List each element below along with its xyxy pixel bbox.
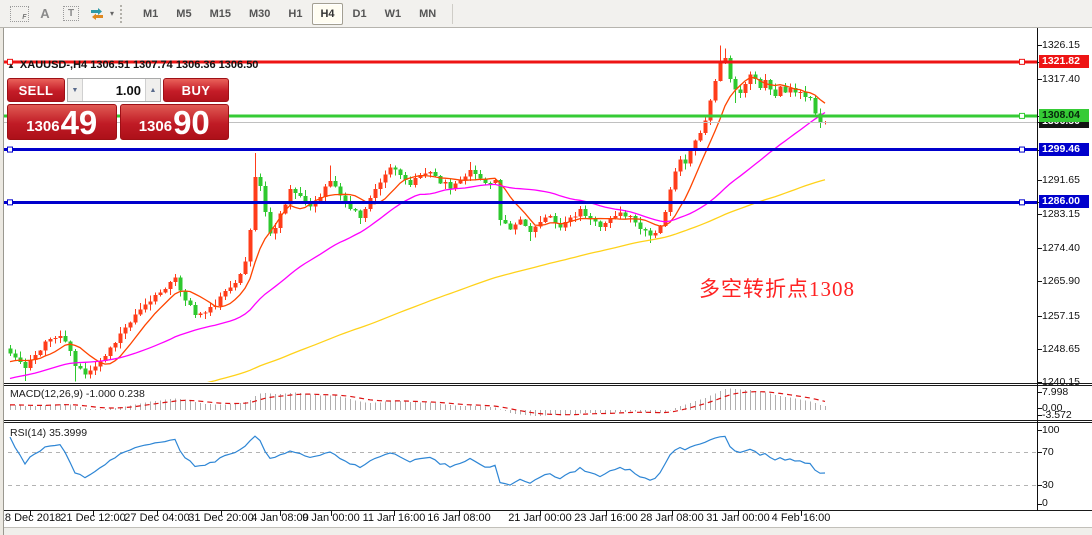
timeframe-button-M15[interactable]: M15 xyxy=(202,3,239,25)
hline-handle[interactable] xyxy=(1020,200,1025,205)
price-tick-label: 1265.90 xyxy=(1042,275,1080,287)
rsi-label: RSI(14) 35.3999 xyxy=(10,427,87,439)
price-badge-1299.46: 1299.46 xyxy=(1039,143,1089,156)
price-badge-1321.82: 1321.82 xyxy=(1039,55,1089,68)
timeframe-button-D1[interactable]: D1 xyxy=(345,3,375,25)
timeframe-button-W1[interactable]: W1 xyxy=(377,3,410,25)
price-tick-label: 1248.65 xyxy=(1042,343,1080,355)
timeframe-button-M30[interactable]: M30 xyxy=(241,3,278,25)
rsi-axis-label: 30 xyxy=(1042,479,1054,491)
symbol-ohlc-text: XAUUSD-,H4 1306.51 1307.74 1306.36 1306.… xyxy=(20,59,259,71)
sell-price-main: 1306 xyxy=(26,119,59,134)
price-tick-label: 1291.65 xyxy=(1042,174,1080,186)
chart-text-annotation: 多空转折点1308 xyxy=(699,273,855,303)
collapse-triangle-icon[interactable]: ▲ xyxy=(7,61,15,70)
text-label-icon[interactable]: A xyxy=(32,3,58,25)
buy-price-display[interactable]: 1306 90 xyxy=(120,104,230,140)
sell-button[interactable]: SELL xyxy=(7,78,65,102)
price-tick-label: 1257.15 xyxy=(1042,310,1080,322)
selection-grid-f-icon[interactable]: F xyxy=(6,3,32,25)
volume-input[interactable] xyxy=(83,79,145,101)
down-arrow-icon: ▼ xyxy=(72,87,79,94)
price-tick-label: 1326.15 xyxy=(1042,39,1080,51)
sell-price-display[interactable]: 1306 49 xyxy=(7,104,117,140)
sell-price-pips: 49 xyxy=(61,108,98,138)
window-left-frame xyxy=(0,28,4,535)
time-axis-label: 16 Jan 08:00 xyxy=(417,512,501,524)
chart-title: ▲ XAUUSD-,H4 1306.51 1307.74 1306.36 130… xyxy=(7,59,258,71)
hline-handle[interactable] xyxy=(8,200,13,205)
timeframe-button-M1[interactable]: M1 xyxy=(135,3,166,25)
rsi-axis-label: 70 xyxy=(1042,446,1054,458)
rsi-axis-label: 100 xyxy=(1042,424,1060,436)
dropdown-caret-icon[interactable]: ▾ xyxy=(110,9,114,18)
volume-increase-button[interactable]: ▲ xyxy=(145,79,160,101)
macd-label: MACD(12,26,9) -1.000 0.238 xyxy=(10,388,145,400)
hline-handle[interactable] xyxy=(1020,147,1025,152)
timeframe-group: M1M5M15M30H1H4D1W1MN xyxy=(135,3,444,25)
toolbar-grip[interactable] xyxy=(120,5,129,23)
hline-handle[interactable] xyxy=(1020,59,1025,64)
chart-canvas[interactable]: ▲ XAUUSD-,H4 1306.51 1307.74 1306.36 130… xyxy=(0,28,1092,535)
time-axis-label: 4 Feb 16:00 xyxy=(759,512,843,524)
buy-button[interactable]: BUY xyxy=(163,78,229,102)
rsi-axis-label: 0 xyxy=(1042,497,1048,509)
arrange-arrows-icon[interactable] xyxy=(84,3,110,25)
status-bar xyxy=(0,527,1092,535)
hline-handle[interactable] xyxy=(1020,113,1025,118)
mt4-window: F A T ▾ M1M5M15M30H1H4D1W1MN ▲ XAUUSD-,H… xyxy=(0,0,1092,535)
arrows-glyph xyxy=(89,7,105,21)
macd-axis-label: -3.572 xyxy=(1042,409,1072,421)
toolbar: F A T ▾ M1M5M15M30H1H4D1W1MN xyxy=(0,0,1092,28)
text-box-icon[interactable]: T xyxy=(58,3,84,25)
volume-decrease-button[interactable]: ▼ xyxy=(68,79,83,101)
up-arrow-icon: ▲ xyxy=(150,87,157,94)
timeframe-button-MN[interactable]: MN xyxy=(411,3,444,25)
ma-mid-line xyxy=(10,113,825,379)
price-badge-1286.00: 1286.00 xyxy=(1039,195,1089,208)
price-tick-label: 1283.15 xyxy=(1042,208,1080,220)
price-badge-1308.04: 1308.04 xyxy=(1039,109,1089,122)
price-tick-label: 1274.40 xyxy=(1042,242,1080,254)
one-click-trading-panel: SELL ▼ ▲ BUY 1306 49 130 xyxy=(7,78,229,140)
buy-price-pips: 90 xyxy=(173,108,210,138)
price-tick-label: 1317.40 xyxy=(1042,73,1080,85)
timeframe-button-M5[interactable]: M5 xyxy=(168,3,199,25)
timeframe-button-H4[interactable]: H4 xyxy=(312,3,342,25)
toolbar-separator xyxy=(452,4,453,24)
volume-stepper: ▼ ▲ xyxy=(67,78,161,102)
macd-axis-label: 7.998 xyxy=(1042,386,1068,398)
hline-handle[interactable] xyxy=(8,147,13,152)
f-glyph: F xyxy=(22,14,26,21)
timeframe-button-H1[interactable]: H1 xyxy=(280,3,310,25)
buy-price-main: 1306 xyxy=(139,119,172,134)
